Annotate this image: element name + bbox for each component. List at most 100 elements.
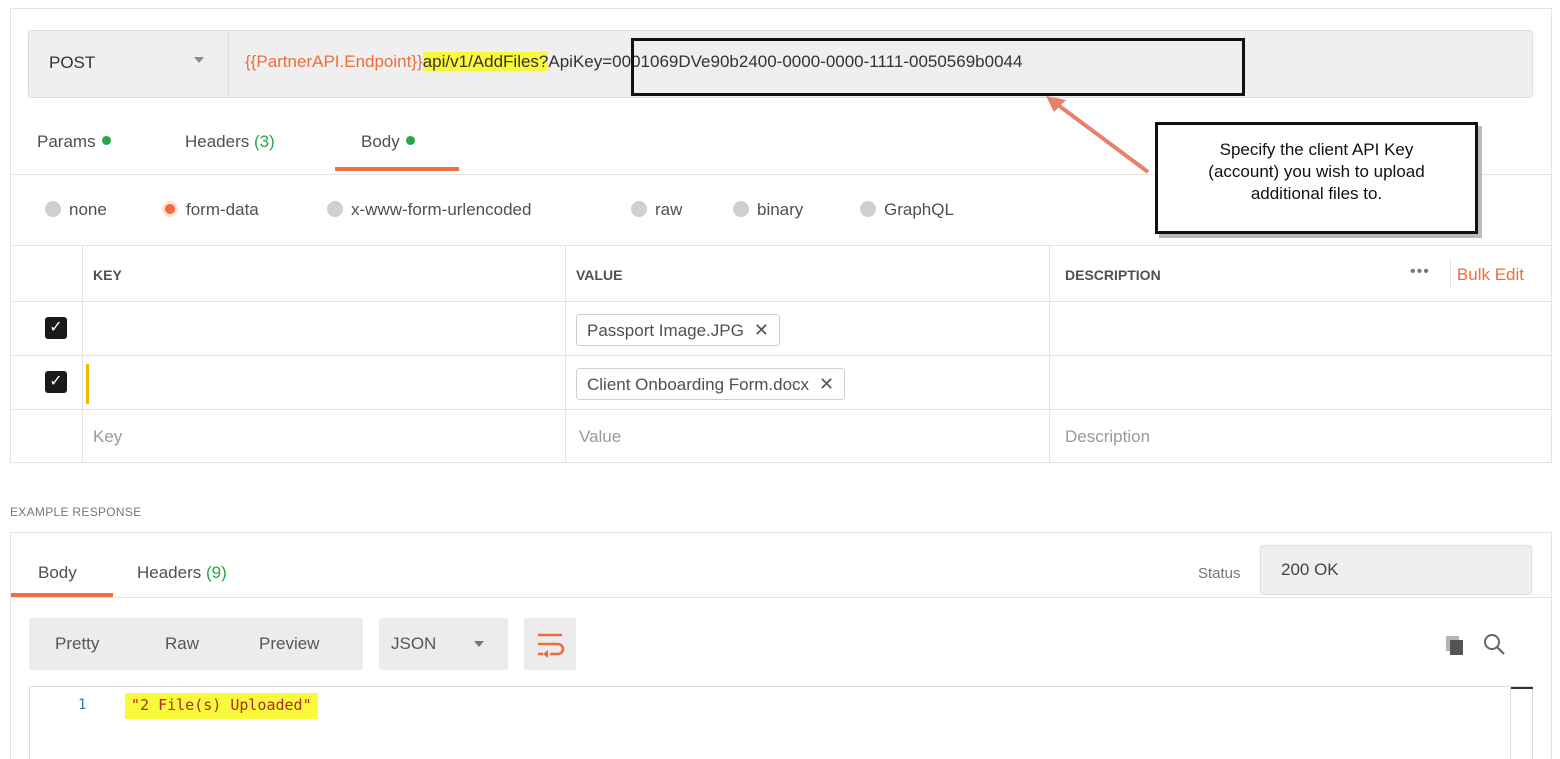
row-checkbox[interactable]: ✓ [45,317,67,339]
key-cell[interactable] [82,302,565,355]
status-dot-icon [101,136,111,145]
key-header-cell: KEY [82,246,565,301]
value-placeholder: Value [579,427,622,446]
active-tab-underline [335,167,459,171]
description-header-cell: DESCRIPTION ••• Bulk Edit [1049,246,1552,301]
response-code-viewer[interactable]: 1 "2 File(s) Uploaded" [29,686,1533,759]
callout-line: Specify the client API Key [1219,140,1414,159]
response-tab-body[interactable]: Body [38,563,77,583]
scrollbar[interactable] [1510,687,1533,759]
description-header: DESCRIPTION [1065,267,1161,283]
radio-icon [327,201,343,217]
annotation-callout: Specify the client API Key (account) you… [1155,122,1478,234]
example-response-label: EXAMPLE RESPONSE [10,505,142,519]
annotation-arrow-icon [1046,96,1150,174]
callout-line: (account) you wish to upload [1208,162,1425,181]
description-cell[interactable] [1049,356,1552,409]
more-options-icon[interactable]: ••• [1410,263,1430,281]
search-icon[interactable] [1482,632,1506,656]
key-header: KEY [93,267,122,283]
response-panel: Body Headers (9) Status 200 OK Pretty Ra… [10,532,1552,759]
file-name: Passport Image.JPG [587,321,744,340]
radio-label: GraphQL [884,200,954,219]
method-select[interactable]: POST [29,31,229,97]
radio-selected-icon [162,201,178,217]
view-preview-button[interactable]: Preview [259,634,319,654]
caret-down-icon [194,57,204,63]
line-number: 1 [78,697,87,713]
description-placeholder: Description [1065,427,1151,446]
code-line: "2 File(s) Uploaded" [125,693,318,719]
close-icon[interactable]: ✕ [754,320,769,340]
tab-params-label: Params [37,132,96,151]
radio-label: raw [655,200,683,219]
radio-form-data[interactable]: form-data [162,200,259,220]
file-chip[interactable]: Passport Image.JPG ✕ [576,314,780,346]
method-label: POST [49,53,96,72]
tab-headers-count: (3) [254,132,275,151]
tab-headers[interactable]: Headers (3) [185,132,275,152]
radio-icon [45,201,61,217]
radio-label: form-data [186,200,259,219]
view-raw-button[interactable]: Raw [165,634,199,654]
radio-raw[interactable]: raw [631,200,682,220]
radio-none[interactable]: none [45,200,107,220]
radio-label: x-www-form-urlencoded [351,200,532,219]
radio-icon [860,201,876,217]
bulk-edit-link[interactable]: Bulk Edit [1457,265,1524,285]
tab-label: Headers [137,563,202,582]
url-bar: POST {{PartnerAPI.Endpoint}}api/v1/AddFi… [28,30,1533,98]
radio-graphql[interactable]: GraphQL [860,200,954,220]
table-row: ✓ Passport Image.JPG ✕ [10,301,1552,355]
format-label: JSON [391,634,437,653]
table-row-new: Key Value Description [10,409,1552,463]
tab-params[interactable]: Params [37,132,111,152]
tab-headers-label: Headers [185,132,250,151]
value-cell: Client Onboarding Form.docx ✕ [565,356,1049,409]
radio-label: none [69,200,107,219]
radio-x-www-form-urlencoded[interactable]: x-www-form-urlencoded [327,200,531,220]
key-placeholder: Key [93,427,123,446]
divider [1450,258,1451,288]
wrap-lines-button[interactable] [524,618,576,670]
file-name: Client Onboarding Form.docx [587,375,810,394]
value-input[interactable]: Value [565,410,1049,463]
key-input[interactable]: Key [82,410,565,463]
value-cell: Passport Image.JPG ✕ [565,302,1049,355]
table-header-row: KEY VALUE DESCRIPTION ••• Bulk Edit [10,245,1552,301]
response-tab-headers[interactable]: Headers (9) [137,563,227,583]
close-icon[interactable]: ✕ [819,374,834,394]
wrap-lines-icon [538,633,565,658]
key-cell[interactable] [82,356,565,409]
copy-icon[interactable] [1444,634,1466,656]
radio-label: binary [757,200,804,219]
status-dot-icon [405,136,415,145]
value-header: VALUE [576,267,623,283]
url-path: api/v1/AddFiles? [422,52,549,71]
url-query: ApiKey=0001069DVe90b2400-0000-0000-1111-… [548,52,1023,71]
tab-label: Body [38,563,77,582]
description-cell[interactable] [1049,302,1552,355]
value-header-cell: VALUE [565,246,1049,301]
radio-binary[interactable]: binary [733,200,803,220]
caret-down-icon [474,641,484,647]
url-input[interactable]: {{PartnerAPI.Endpoint}}api/v1/AddFiles?A… [245,52,1022,72]
file-chip[interactable]: Client Onboarding Form.docx ✕ [576,368,846,400]
tab-count: (9) [206,563,227,582]
callout-line: additional files to. [1250,184,1383,203]
view-pretty-button[interactable]: Pretty [55,634,99,654]
url-variable: {{PartnerAPI.Endpoint}} [245,52,423,71]
form-data-table: KEY VALUE DESCRIPTION ••• Bulk Edit ✓ Pa… [10,245,1552,463]
status-label: Status [1198,565,1241,582]
status-badge: 200 OK [1260,545,1532,595]
radio-icon [733,201,749,217]
radio-icon [631,201,647,217]
view-mode-group: Pretty Raw Preview [29,618,363,670]
tab-body-label: Body [361,132,400,151]
format-select[interactable]: JSON [379,618,508,670]
description-input[interactable]: Description [1049,410,1552,463]
row-checkbox[interactable]: ✓ [45,371,67,393]
divider [11,597,1551,598]
tab-body[interactable]: Body [361,132,415,152]
table-row: ✓ Client Onboarding Form.docx ✕ [10,355,1552,409]
